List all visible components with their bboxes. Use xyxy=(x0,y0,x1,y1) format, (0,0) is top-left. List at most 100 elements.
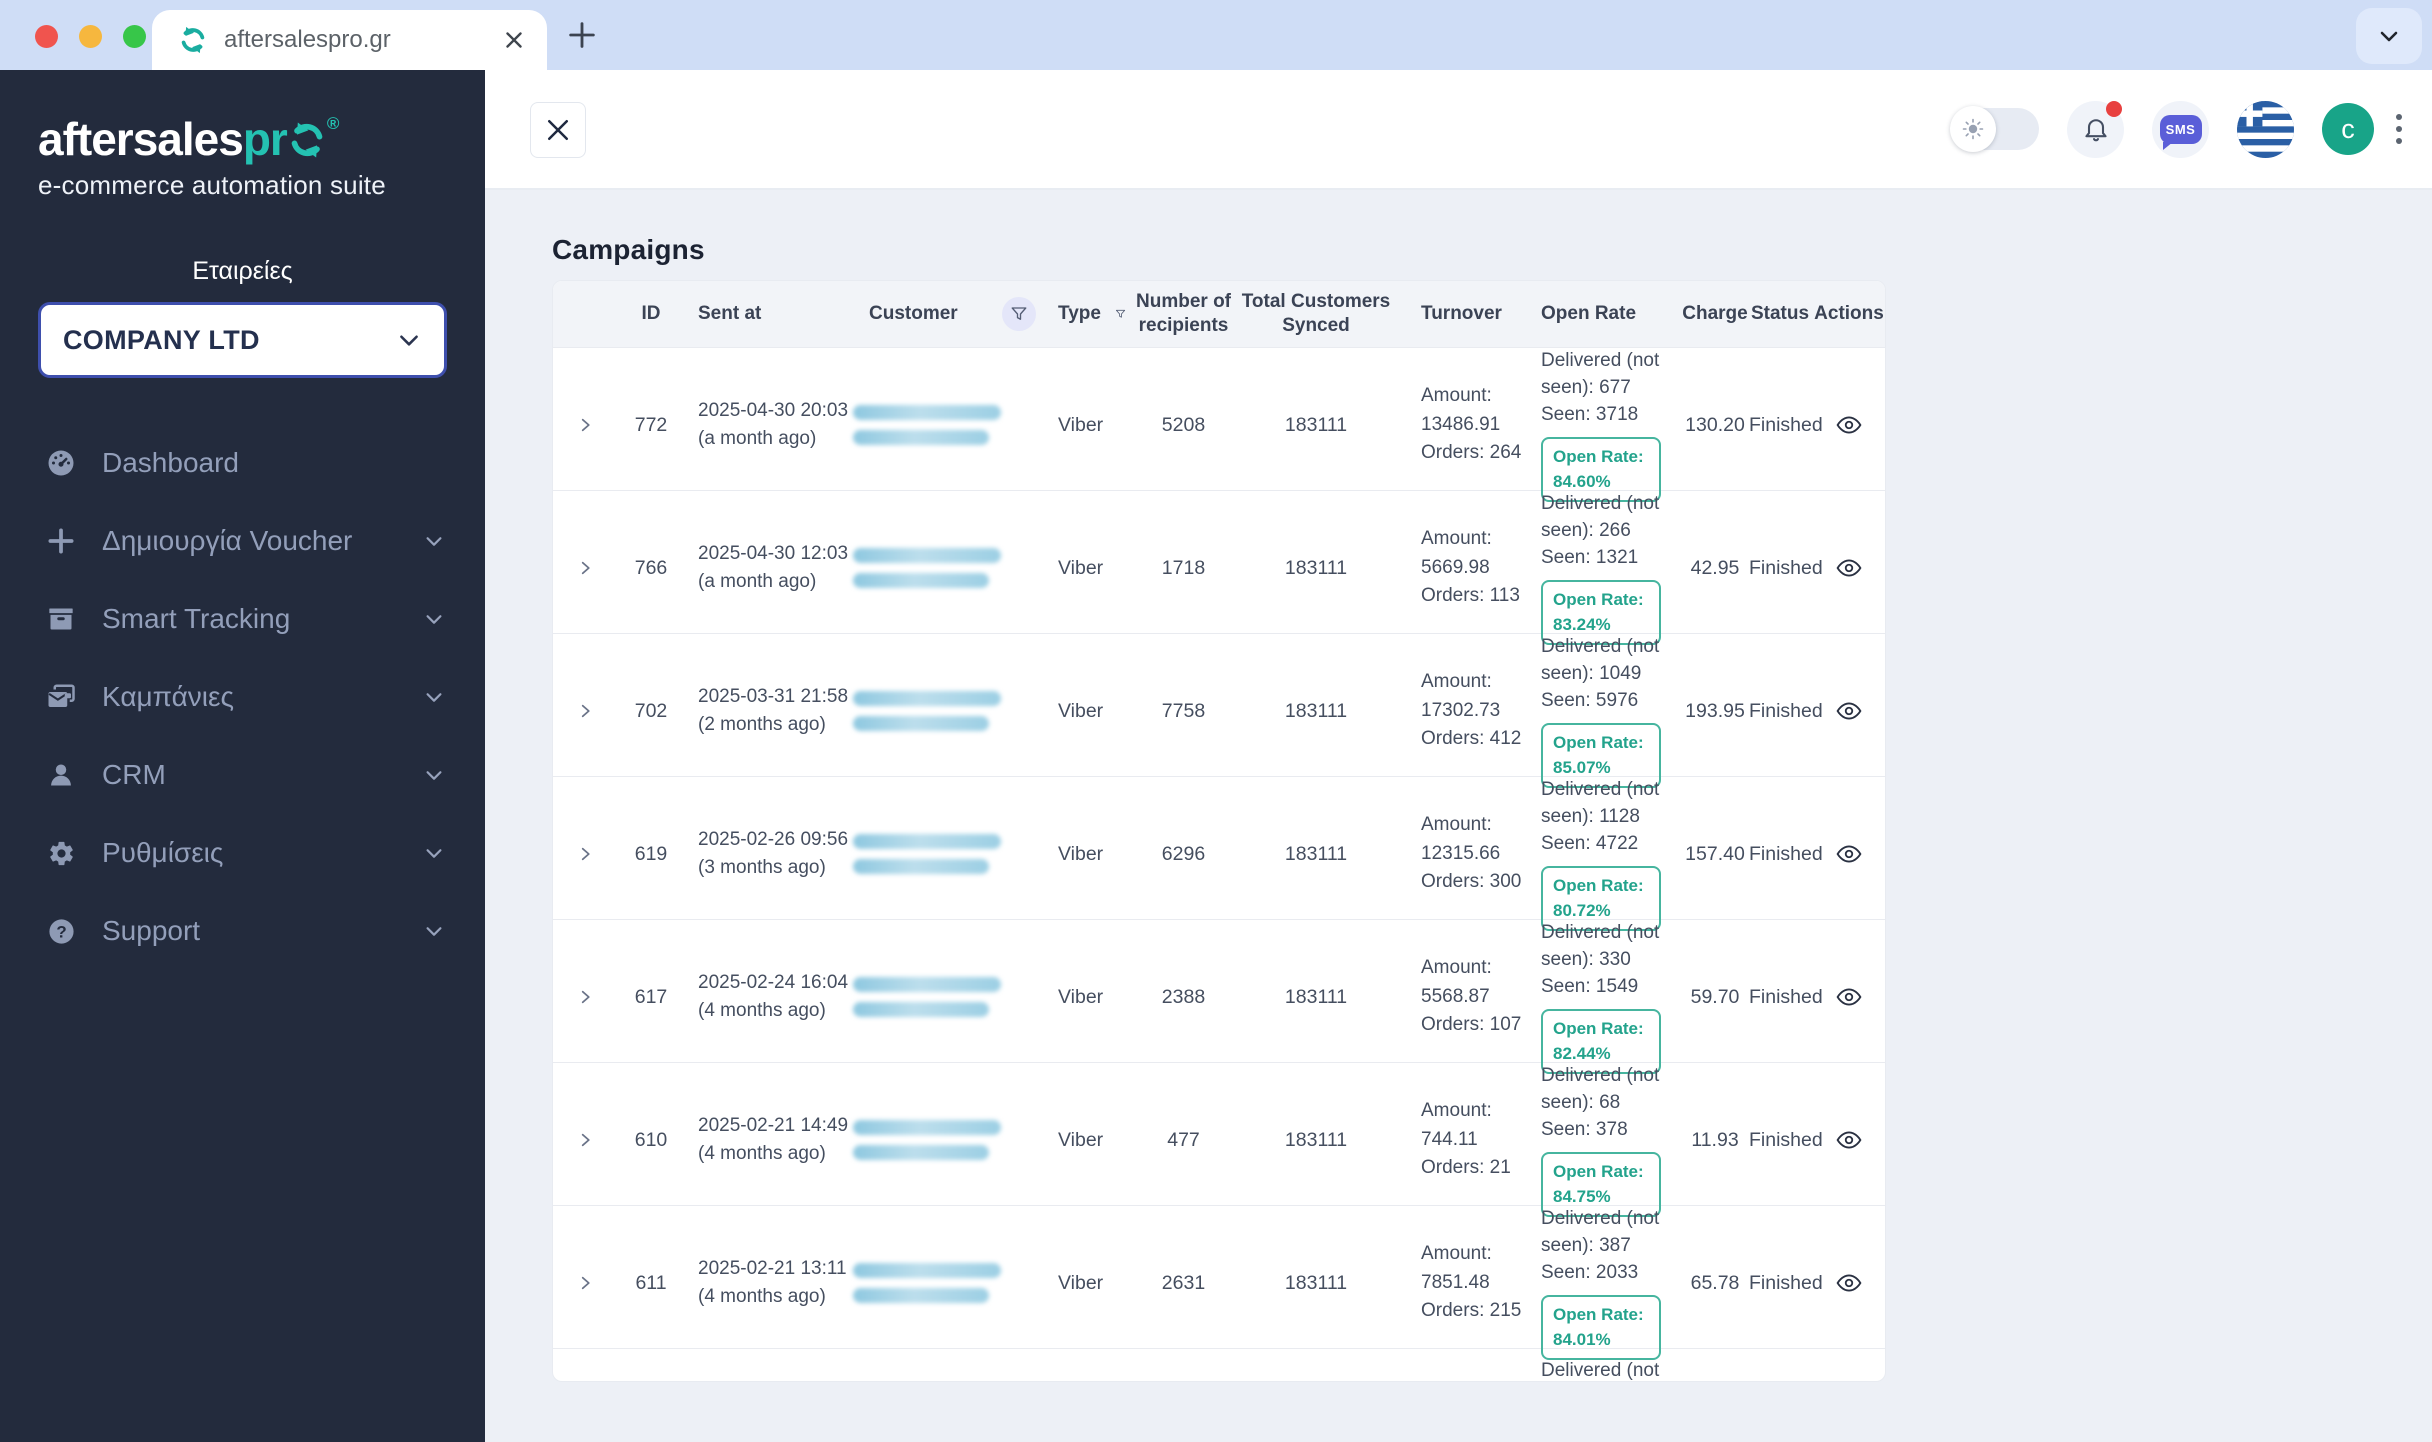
expand-row-icon[interactable] xyxy=(576,845,594,863)
cell-customer xyxy=(851,691,1001,732)
cell-charge: 157.40 xyxy=(1685,842,1745,865)
table-body: 772 2025-04-30 20:03 (a month ago) Viber… xyxy=(553,347,1885,1361)
browser-chrome: aftersalespro.gr xyxy=(0,0,2432,70)
table-row[interactable]: 702 2025-03-31 21:58 (2 months ago) Vibe… xyxy=(553,633,1885,789)
expand-row-icon[interactable] xyxy=(576,988,594,1006)
avatar[interactable]: c xyxy=(2322,103,2374,155)
expand-row-icon[interactable] xyxy=(576,1274,594,1292)
logo-text-accent: pr xyxy=(242,113,288,165)
cell-synced: 183111 xyxy=(1284,842,1348,865)
browser-tab[interactable]: aftersalespro.gr xyxy=(152,10,547,70)
more-options-button[interactable] xyxy=(2396,114,2402,144)
greek-flag-icon xyxy=(2237,100,2294,158)
window-close-button[interactable] xyxy=(35,25,58,48)
redacted-customer-line xyxy=(853,573,989,589)
expand-row-icon[interactable] xyxy=(576,416,594,434)
view-campaign-button[interactable] xyxy=(1836,555,1862,581)
view-campaign-button[interactable] xyxy=(1836,984,1862,1010)
cell-recipients: 2631 xyxy=(1161,1271,1206,1294)
header-customer[interactable]: Customer xyxy=(851,302,1001,326)
cell-open-rate: Delivered (not seen): 1049 Seen: 5976 Op… xyxy=(1531,634,1681,789)
tab-close-icon[interactable] xyxy=(501,27,527,53)
view-campaign-button[interactable] xyxy=(1836,1270,1862,1296)
sync-logo-icon xyxy=(291,122,323,158)
header-turnover[interactable]: Turnover xyxy=(1391,302,1531,326)
table-row[interactable]: 617 2025-02-24 16:04 (4 months ago) Vibe… xyxy=(553,919,1885,1075)
expand-row-icon[interactable] xyxy=(576,702,594,720)
notifications-button[interactable] xyxy=(2067,100,2124,158)
new-tab-button[interactable] xyxy=(565,18,599,52)
expand-row-icon[interactable] xyxy=(576,559,594,577)
window-minimize-button[interactable] xyxy=(79,25,102,48)
customer-filter-button[interactable] xyxy=(1001,297,1036,331)
sidebar-item-voucher[interactable]: Δημιουργία Voucher xyxy=(0,502,485,580)
bell-icon xyxy=(2084,119,2107,142)
header-recipients[interactable]: Number of recipients xyxy=(1126,290,1241,338)
cell-id: 610 xyxy=(634,1128,668,1151)
table-row[interactable]: 610 2025-02-21 14:49 (4 months ago) Vibe… xyxy=(553,1062,1885,1218)
sms-button[interactable]: SMS xyxy=(2152,100,2209,158)
header-id[interactable]: ID xyxy=(642,302,661,326)
cell-recipients: 477 xyxy=(1167,1128,1200,1151)
cell-status: Finished xyxy=(1749,985,1823,1008)
sidebar-item-campaigns[interactable]: Καμπάνιες xyxy=(0,658,485,736)
cell-type: Viber xyxy=(1058,556,1104,579)
close-panel-button[interactable] xyxy=(530,102,586,158)
theme-toggle[interactable] xyxy=(1950,106,2039,152)
campaigns-icon xyxy=(46,682,76,712)
sms-icon: SMS xyxy=(2159,114,2202,150)
header-status[interactable]: Status xyxy=(1751,302,1809,326)
view-campaign-button[interactable] xyxy=(1836,841,1862,867)
cell-id: 702 xyxy=(634,699,668,722)
view-campaign-button[interactable] xyxy=(1836,412,1862,438)
view-campaign-button[interactable] xyxy=(1836,1127,1862,1153)
redacted-customer-line xyxy=(853,430,989,446)
tab-list-button[interactable] xyxy=(2356,8,2422,64)
sidebar-item-crm[interactable]: CRM xyxy=(0,736,485,814)
header-type[interactable]: Type xyxy=(1036,302,1126,326)
sidebar-item-settings[interactable]: Ρυθμίσεις xyxy=(0,814,485,892)
table-row[interactable]: 772 2025-04-30 20:03 (a month ago) Viber… xyxy=(553,347,1885,503)
header-synced[interactable]: Total Customers Synced xyxy=(1241,290,1391,338)
table-row[interactable]: 766 2025-04-30 12:03 (a month ago) Viber… xyxy=(553,490,1885,646)
cell-status: Finished xyxy=(1749,699,1823,722)
header-charge[interactable]: Charge xyxy=(1682,302,1747,326)
sidebar-item-smart-tracking[interactable]: Smart Tracking xyxy=(0,580,485,658)
cell-open-rate: Delivered (not seen): 1128 Seen: 4722 Op… xyxy=(1531,777,1681,932)
sidebar-menu: Dashboard Δημιουργία Voucher Smart Track… xyxy=(0,424,485,970)
chevron-down-icon xyxy=(2380,31,2398,42)
sidebar-item-dashboard[interactable]: Dashboard xyxy=(0,424,485,502)
plus-icon xyxy=(46,526,76,556)
cell-customer xyxy=(851,548,1001,589)
person-icon xyxy=(46,760,76,790)
cell-id: 619 xyxy=(634,842,668,865)
redacted-customer-line xyxy=(853,1288,989,1304)
cell-customer xyxy=(851,1120,1001,1161)
view-campaign-button[interactable] xyxy=(1836,698,1862,724)
window-zoom-button[interactable] xyxy=(123,25,146,48)
main-area: SMS c Campaigns ID Sent at Customer Type… xyxy=(485,70,2432,1442)
sidebar-item-label: Ρυθμίσεις xyxy=(102,837,224,868)
cell-type: Viber xyxy=(1058,699,1104,722)
sidebar-item-support[interactable]: ? Support xyxy=(0,892,485,970)
cell-sent-at: 2025-02-21 13:11 (4 months ago) xyxy=(698,1257,847,1308)
company-select[interactable]: COMPANY LTD xyxy=(38,302,447,378)
cell-open-rate: Delivered (not seen): 387 Seen: 2033 Ope… xyxy=(1531,1206,1681,1361)
table-row[interactable]: 619 2025-02-26 09:56 (3 months ago) Vibe… xyxy=(553,776,1885,932)
header-open-rate[interactable]: Open Rate xyxy=(1531,302,1681,326)
cell-synced: 183111 xyxy=(1284,1128,1348,1151)
expand-row-icon[interactable] xyxy=(576,1131,594,1149)
table-row[interactable]: 611 2025-02-21 13:11 (4 months ago) Vibe… xyxy=(553,1205,1885,1361)
cell-recipients: 5208 xyxy=(1161,413,1206,436)
gauge-icon xyxy=(46,448,76,478)
app-logo: aftersales pr ® e-commerce automation sui… xyxy=(0,112,485,201)
cell-charge: 11.93 xyxy=(1691,1128,1739,1151)
funnel-icon[interactable] xyxy=(1115,305,1126,323)
question-icon: ? xyxy=(46,916,76,946)
header-sent-at[interactable]: Sent at xyxy=(686,302,851,326)
table-row-partial[interactable]: Delivered (not xyxy=(553,1348,1885,1381)
cell-id: 766 xyxy=(634,556,668,579)
language-button[interactable] xyxy=(2237,100,2294,158)
cell-type: Viber xyxy=(1058,985,1104,1008)
cell-type: Viber xyxy=(1058,1128,1104,1151)
